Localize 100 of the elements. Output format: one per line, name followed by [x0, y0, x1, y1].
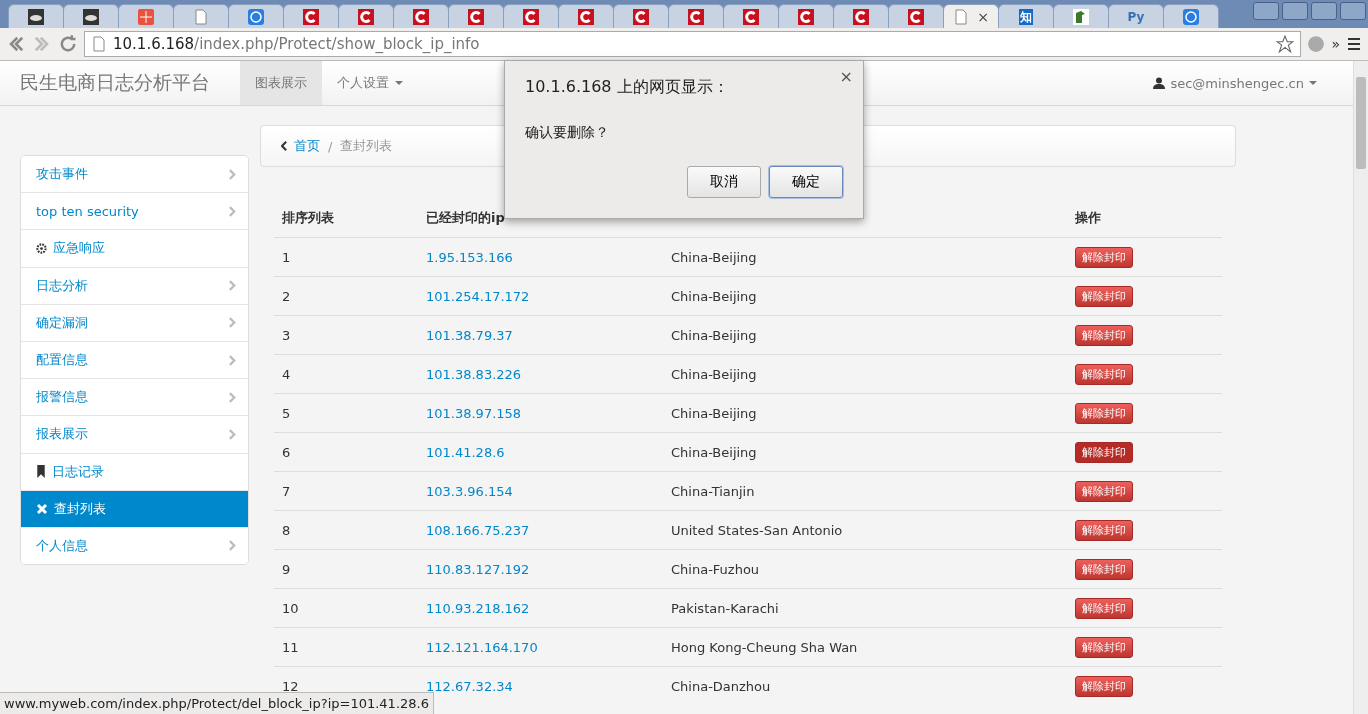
unblock-button[interactable]: 解除封印: [1075, 324, 1133, 346]
browser-tab[interactable]: Py: [1108, 4, 1164, 28]
table-cell-text: 7: [282, 483, 292, 499]
browser-tab[interactable]: [613, 4, 669, 28]
sidebar-item[interactable]: 查封列表: [21, 489, 248, 527]
browser-tab[interactable]: [503, 4, 559, 28]
chevron-right-icon: [229, 391, 236, 403]
browser-tab[interactable]: [558, 4, 614, 28]
unblock-button[interactable]: 解除封印: [1075, 480, 1133, 502]
browser-tab[interactable]: [668, 4, 724, 28]
table-cell-text: 6: [282, 444, 292, 460]
scrollbar-thumb[interactable]: [1356, 77, 1366, 169]
unblock-button[interactable]: 解除封印: [1075, 636, 1133, 658]
unblock-button[interactable]: 解除封印: [1075, 675, 1133, 697]
breadcrumb-current: 查封列表: [340, 137, 393, 155]
more-extensions-button[interactable]: »: [1331, 36, 1340, 52]
column-header: 已经封印的ip: [426, 209, 506, 227]
browser-tab[interactable]: [888, 4, 944, 28]
c-logo-icon: [303, 8, 319, 25]
page-icon: [953, 8, 970, 25]
table-cell-text: 2: [282, 288, 292, 304]
chevron-right-icon: [229, 540, 236, 552]
sidebar-item[interactable]: 个人信息: [21, 526, 248, 565]
table-cell-text: 8: [282, 522, 292, 538]
chevron-right-icon: [229, 205, 236, 217]
unblock-button[interactable]: 解除封印: [1075, 519, 1133, 541]
ip-link[interactable]: 101.38.97.158: [426, 405, 671, 421]
brand-title[interactable]: 民生电商日志分析平台: [0, 70, 240, 96]
browser-tab[interactable]: [283, 4, 339, 28]
c-logo-icon: [633, 8, 649, 25]
browser-tab[interactable]: [833, 4, 889, 28]
ip-link[interactable]: 101.38.83.226: [426, 366, 671, 382]
ip-link[interactable]: 108.166.75.237: [426, 522, 671, 538]
browser-tab[interactable]: [63, 4, 119, 28]
chevron-right-icon: [229, 168, 236, 180]
table-cell-text: China-Beijing: [671, 366, 758, 382]
unblock-button[interactable]: 解除封印: [1075, 285, 1133, 307]
column-header: 操作: [1075, 209, 1102, 227]
tab-close-button[interactable]: ×: [977, 8, 989, 25]
bookmark-icon: [36, 465, 46, 479]
browser-tab[interactable]: 知: [998, 4, 1054, 28]
maximize-button[interactable]: [1311, 2, 1337, 20]
nav-item[interactable]: 图表展示: [240, 61, 322, 105]
browser-tab[interactable]: [8, 4, 64, 28]
unblock-button[interactable]: 解除封印: [1075, 558, 1133, 580]
ip-link[interactable]: 101.254.17.172: [426, 288, 671, 304]
dialog-message: 确认要删除？: [525, 124, 610, 142]
ip-link[interactable]: 101.41.28.6: [426, 444, 671, 460]
scrollbar[interactable]: [1353, 61, 1368, 714]
star-icon[interactable]: [1276, 35, 1295, 53]
ip-link[interactable]: 112.67.32.34: [426, 678, 671, 694]
c-logo-icon: [578, 8, 594, 25]
ip-link[interactable]: 110.93.218.162: [426, 600, 671, 616]
minimize-button[interactable]: [1282, 2, 1308, 20]
address-bar[interactable]: 10.1.6.168/index.php/Protect/show_block_ip_info: [84, 31, 1302, 57]
ip-link[interactable]: 103.3.96.154: [426, 483, 671, 499]
ip-link[interactable]: 110.83.127.192: [426, 561, 671, 577]
ip-link[interactable]: 112.121.164.170: [426, 639, 671, 655]
user-menu[interactable]: sec@minshengec.cn: [1153, 75, 1317, 91]
close-icon: [36, 502, 48, 515]
browser-tab[interactable]: ×: [943, 4, 999, 28]
chevron-right-icon: [229, 354, 236, 366]
gear-icon: [36, 242, 47, 254]
c-logo-icon: [468, 8, 484, 25]
c-logo-icon: [798, 8, 814, 25]
c-logo-icon: [358, 8, 374, 25]
browser-tab[interactable]: [393, 4, 449, 28]
ip-link[interactable]: 1.95.153.166: [426, 249, 671, 265]
browser-tab[interactable]: [448, 4, 504, 28]
dialog-title: 10.1.6.168 上的网页显示：: [525, 77, 730, 98]
browser-tab[interactable]: [338, 4, 394, 28]
ip-link[interactable]: 101.38.79.37: [426, 327, 671, 343]
reload-icon[interactable]: [58, 34, 78, 54]
unblock-button[interactable]: 解除封印: [1075, 441, 1133, 463]
dialog-button[interactable]: 确定: [769, 166, 843, 198]
dialog-close-button[interactable]: ×: [839, 67, 853, 86]
c-logo-icon: [743, 8, 759, 25]
breadcrumb-separator: /: [328, 138, 333, 154]
table-cell-text: 11: [282, 639, 300, 655]
unblock-button[interactable]: 解除封印: [1075, 246, 1133, 268]
table-cell-text: China-Beijing: [671, 444, 758, 460]
unblock-button[interactable]: 解除封印: [1075, 402, 1133, 424]
browser-tab[interactable]: [1053, 4, 1109, 28]
dialog-button[interactable]: 取消: [687, 166, 761, 198]
profile-button[interactable]: [1253, 2, 1279, 20]
chevron-left-icon: [281, 141, 288, 151]
browser-tab[interactable]: [778, 4, 834, 28]
unblock-button[interactable]: 解除封印: [1075, 597, 1133, 619]
nav-item[interactable]: 个人设置: [322, 61, 418, 105]
chevron-right-icon: [229, 317, 236, 329]
c-logo-icon: [908, 8, 924, 25]
unblock-button[interactable]: 解除封印: [1075, 363, 1133, 385]
table-cell-text: China-Beijing: [671, 327, 758, 343]
close-button[interactable]: [1340, 2, 1366, 20]
menu-icon[interactable]: [1346, 36, 1362, 52]
browser-tab[interactable]: [723, 4, 779, 28]
home-link[interactable]: 首页: [281, 137, 320, 155]
c-logo-icon: [853, 8, 869, 25]
table-cell-text: 12: [282, 678, 300, 694]
table-cell-text: China-Danzhou: [671, 678, 772, 694]
